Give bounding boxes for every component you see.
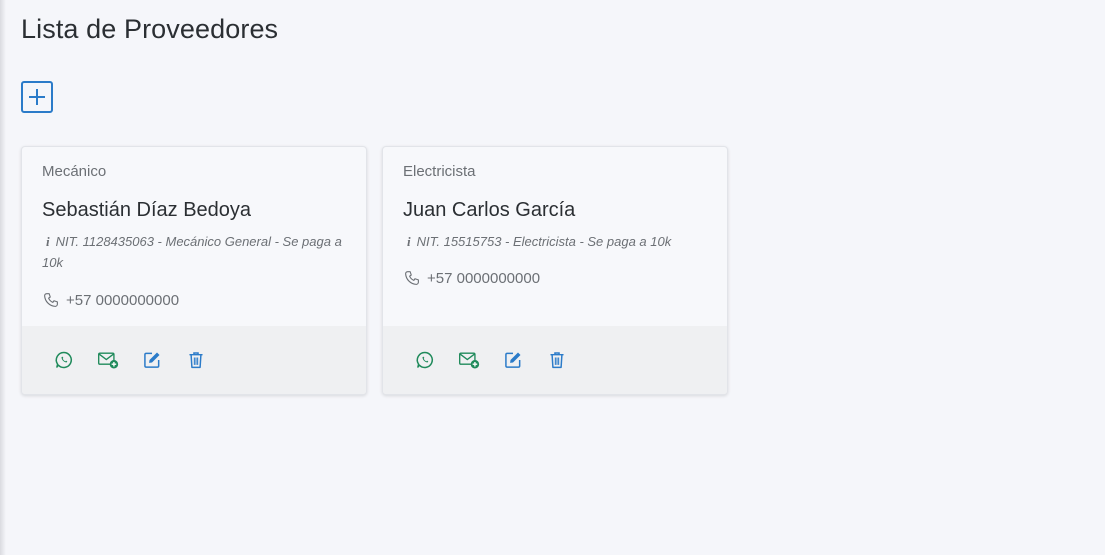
whatsapp-icon [416,351,434,369]
provider-description-text: NIT. 1128435063 - Mecánico General - Se … [42,234,342,270]
trash-icon [189,352,203,369]
plus-icon [29,89,45,105]
provider-description: i NIT. 1128435063 - Mecánico General - Se… [42,231,342,273]
provider-card-body: Electricista Juan Carlos García i NIT. 15… [383,147,727,328]
provider-card: Electricista Juan Carlos García i NIT. 15… [382,146,728,395]
whatsapp-icon [55,351,73,369]
send-mail-button[interactable] [97,349,119,371]
send-mail-button[interactable] [458,349,480,371]
provider-card-body: Mecánico Sebastián Díaz Bedoya i NIT. 112… [22,147,366,328]
info-icon: i [46,234,50,249]
edit-icon [144,352,160,368]
whatsapp-button[interactable] [414,349,436,371]
add-provider-button[interactable] [21,81,53,113]
delete-button[interactable] [185,349,207,371]
whatsapp-button[interactable] [53,349,75,371]
window-edge [0,0,6,555]
edit-icon [505,352,521,368]
edit-button[interactable] [141,349,163,371]
provider-description-text: NIT. 15515753 - Electricista - Se paga a… [416,234,672,249]
provider-phone: +57 0000000000 [403,269,707,287]
provider-phone-number: +57 0000000000 [427,269,541,287]
provider-phone-number: +57 0000000000 [66,291,180,309]
phone-icon [42,291,60,309]
provider-name: Sebastián Díaz Bedoya [42,199,252,221]
provider-card-actions [383,326,727,394]
delete-button[interactable] [546,349,568,371]
phone-icon [403,269,421,287]
provider-category: Electricista [403,163,476,180]
page-title: Lista de Proveedores [21,14,279,44]
provider-description: i NIT. 15515753 - Electricista - Se paga … [403,231,703,252]
mail-add-icon [459,352,480,369]
info-icon: i [407,234,411,249]
mail-add-icon [98,352,119,369]
provider-name: Juan Carlos García [403,199,576,221]
trash-icon [550,352,564,369]
provider-card: Mecánico Sebastián Díaz Bedoya i NIT. 112… [21,146,367,395]
provider-phone: +57 0000000000 [42,291,346,309]
edit-button[interactable] [502,349,524,371]
provider-category: Mecánico [42,163,107,180]
provider-card-actions [22,326,366,394]
